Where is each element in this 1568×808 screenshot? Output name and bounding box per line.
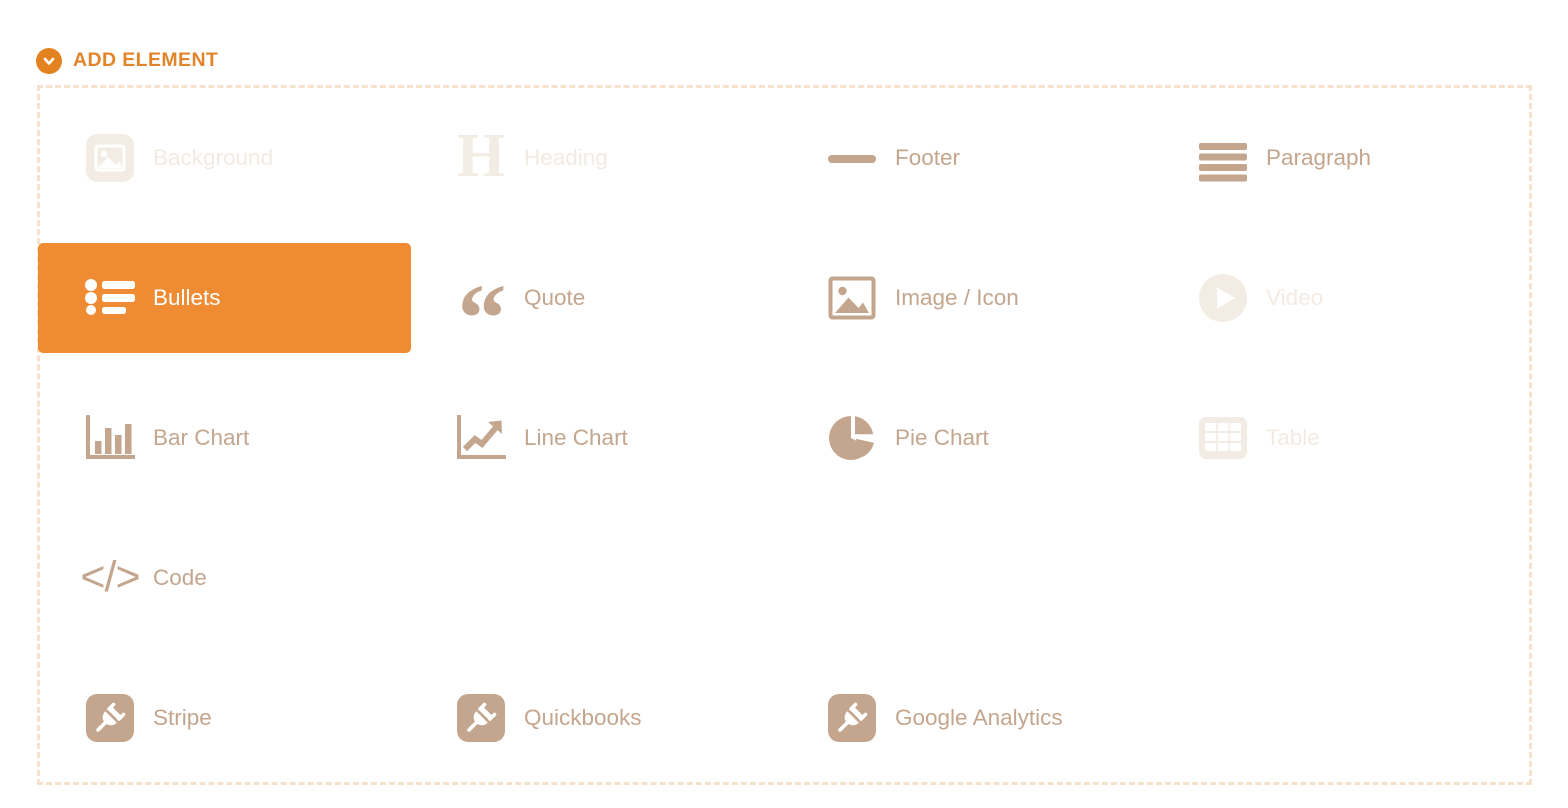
- palette-item-label: Bullets: [153, 284, 221, 310]
- palette-item-label: Google Analytics: [895, 704, 1063, 730]
- image-rounded-icon: [83, 131, 137, 185]
- bulleted-list-icon: [83, 271, 137, 325]
- palette-item-label: Background: [153, 144, 274, 170]
- play-circle-icon: [1196, 271, 1250, 325]
- plug-rounded-icon: [83, 691, 137, 745]
- palette-slot-empty: [1153, 508, 1524, 648]
- palette-item-paragraph[interactable]: Paragraph: [1153, 88, 1524, 228]
- code-brackets-icon: </>: [80, 552, 140, 601]
- palette-item-line-chart[interactable]: Line Chart: [411, 368, 782, 508]
- palette-item-background[interactable]: Background: [40, 88, 411, 228]
- palette-item-label: Quote: [524, 284, 586, 310]
- palette-item-google-analytics[interactable]: Google Analytics: [782, 648, 1153, 788]
- palette-slot-empty: [411, 508, 782, 648]
- add-element-panel: ADD ELEMENT Background H Heading Footer …: [0, 0, 1568, 808]
- panel-header: ADD ELEMENT: [0, 0, 1568, 84]
- palette-item-label: Image / Icon: [895, 284, 1019, 310]
- line-chart-icon: [454, 411, 508, 465]
- palette-item-label: Heading: [524, 144, 608, 170]
- palette-item-label: Code: [153, 564, 207, 590]
- palette-item-label: Paragraph: [1266, 144, 1372, 170]
- palette-item-pie-chart[interactable]: Pie Chart: [782, 368, 1153, 508]
- palette-item-image-icon[interactable]: Image / Icon: [782, 228, 1153, 368]
- palette-item-label: Line Chart: [524, 424, 628, 450]
- palette-slot-empty: [782, 508, 1153, 648]
- image-frame-icon: [825, 271, 879, 325]
- page-title: ADD ELEMENT: [73, 49, 219, 72]
- palette-item-code[interactable]: </> Code: [40, 508, 411, 648]
- element-palette-grid: Background H Heading Footer Paragraph Bu…: [38, 88, 1529, 782]
- palette-item-label: Bar Chart: [153, 424, 250, 450]
- palette-item-table[interactable]: Table: [1153, 368, 1524, 508]
- palette-item-label: Video: [1266, 284, 1324, 310]
- palette-item-bar-chart[interactable]: Bar Chart: [40, 368, 411, 508]
- palette-item-heading[interactable]: H Heading: [411, 88, 782, 228]
- quote-marks-icon: “: [457, 265, 507, 373]
- plug-rounded-icon: [454, 691, 508, 745]
- palette-item-quote[interactable]: “ Quote: [411, 228, 782, 368]
- table-grid-icon: [1196, 411, 1250, 465]
- palette-slot-empty: [1153, 648, 1524, 788]
- palette-item-label: Table: [1266, 424, 1320, 450]
- pie-chart-icon: [825, 411, 879, 465]
- palette-item-bullets[interactable]: Bullets: [38, 243, 411, 353]
- palette-item-label: Pie Chart: [895, 424, 989, 450]
- chevron-down-circle-icon[interactable]: [36, 48, 62, 74]
- bar-chart-icon: [83, 411, 137, 465]
- palette-item-footer[interactable]: Footer: [782, 88, 1153, 228]
- heading-h-icon: H: [456, 122, 506, 190]
- element-dropzone[interactable]: Background H Heading Footer Paragraph Bu…: [37, 85, 1532, 785]
- palette-item-video[interactable]: Video: [1153, 228, 1524, 368]
- palette-item-quickbooks[interactable]: Quickbooks: [411, 648, 782, 788]
- palette-item-label: Footer: [895, 144, 961, 170]
- palette-item-label: Stripe: [153, 704, 212, 730]
- footer-bar-icon: [825, 131, 879, 185]
- palette-item-stripe[interactable]: Stripe: [40, 648, 411, 788]
- paragraph-lines-icon: [1196, 131, 1250, 185]
- plug-rounded-icon: [825, 691, 879, 745]
- palette-item-label: Quickbooks: [524, 704, 642, 730]
